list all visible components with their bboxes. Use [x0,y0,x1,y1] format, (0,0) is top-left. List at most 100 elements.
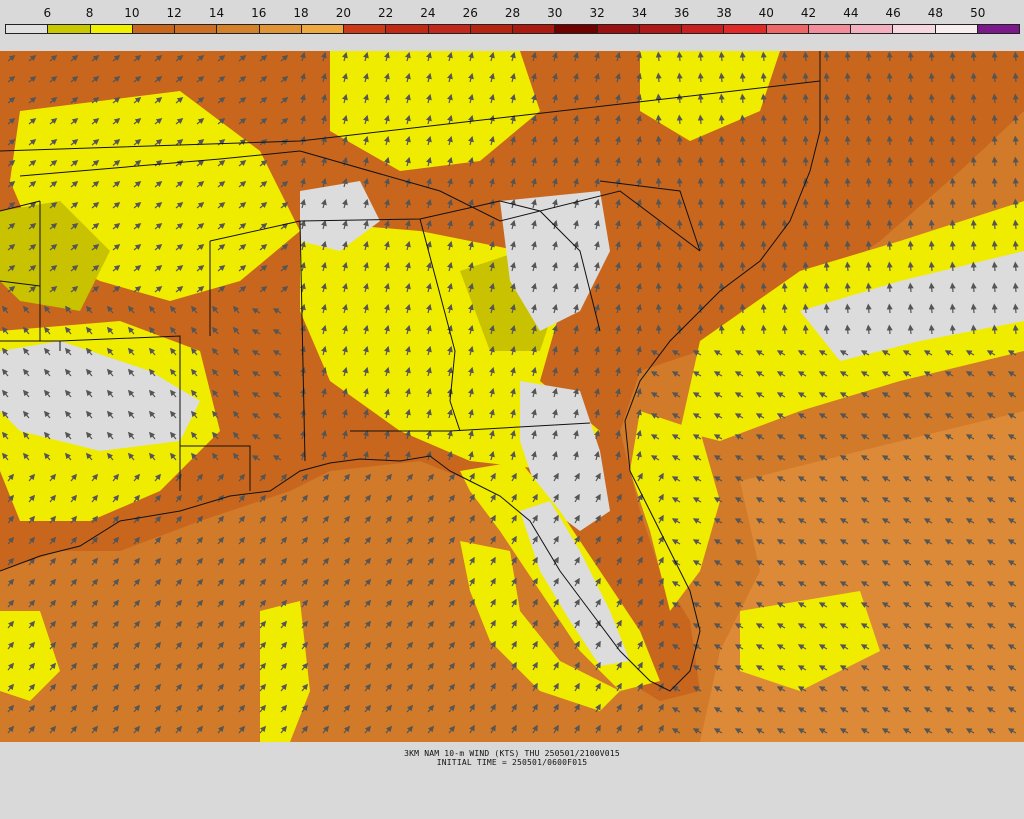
wind-arrow [949,240,956,251]
wind-arrow [760,135,767,146]
wind-arrow [907,72,914,83]
wind-arrow [886,114,893,125]
wind-arrow [1012,177,1019,188]
wind-arrow [844,51,851,62]
wind-arrow [991,240,998,251]
caption-line-1: 3KM NAM 10-m WIND (KTS) THU 250501/2100V… [404,749,620,758]
wind-arrow [991,219,998,230]
wind-arrow [844,219,851,230]
wind-arrow [928,303,935,314]
wind-arrow [739,72,746,83]
colorbar-swatch [48,25,91,33]
colorbar-label: 16 [251,6,267,20]
wind-arrow [991,282,998,293]
wind-arrow [697,135,704,146]
colorbar-swatch [766,25,809,33]
wind-arrow [655,261,662,272]
wind-arrow [655,240,662,251]
wind-arrow [907,114,914,125]
wind-arrow [760,93,767,104]
wind-arrow [928,240,935,251]
wind-arrow [928,261,935,272]
wind-arrow [865,282,872,293]
wind-arrow [718,51,725,62]
wind-arrow [865,198,872,209]
wind-arrow [928,219,935,230]
wind-arrow [781,324,788,335]
map-caption: 3KM NAM 10-m WIND (KTS) THU 250501/2100V… [0,749,1024,767]
wind-arrow [655,72,662,83]
colorbar-swatch [428,25,471,33]
wind-arrow [802,303,809,314]
wind-arrow [949,219,956,230]
wind-arrow [802,72,809,83]
wind-arrow [739,261,746,272]
colorbar-swatch [470,25,513,33]
wind-arrow [949,261,956,272]
wind-arrow [739,219,746,230]
wind-arrow [949,51,956,62]
wind-arrow [1012,240,1019,251]
wind-arrow [739,93,746,104]
wind-arrow [676,156,683,167]
wind-arrow [655,303,662,314]
caption-line-2: INITIAL TIME = 250501/0600F015 [436,758,588,767]
wind-arrow [907,135,914,146]
wind-arrow [844,72,851,83]
colorbar-label: 50 [970,6,986,20]
wind-arrow [739,51,746,62]
wind-arrow [991,114,998,125]
wind-arrow [949,282,956,293]
wind-arrow [676,114,683,125]
wind-arrow [844,93,851,104]
wind-arrow [907,51,914,62]
colorbar-swatch [301,25,344,33]
wind-arrow [886,324,893,335]
wind-arrow [676,177,683,188]
colorbar-label: 36 [674,6,690,20]
wind-arrow [760,114,767,125]
wind-arrow [991,72,998,83]
wind-arrow [907,219,914,230]
wind-arrow [823,219,830,230]
wind-arrow [970,198,977,209]
wind-arrow [718,324,725,335]
colorbar-swatch [808,25,851,33]
wind-arrow [970,324,977,335]
wind-arrow [991,198,998,209]
wind-arrow [676,135,683,146]
wind-arrow [1012,282,1019,293]
wind-arrow [718,135,725,146]
wind-arrow [886,51,893,62]
wind-arrow [1012,93,1019,104]
wind-arrow [655,93,662,104]
wind-arrow [760,303,767,314]
colorbar-swatch [132,25,175,33]
wind-arrow [907,282,914,293]
wind-arrow [760,324,767,335]
colorbar-label: 26 [462,6,478,20]
wind-arrow [697,198,704,209]
colorbar-swatch [513,25,556,33]
wind-arrow [718,93,725,104]
wind-arrow [697,114,704,125]
wind-arrow [865,72,872,83]
wind-arrow [781,177,788,188]
wind-arrow [676,303,683,314]
wind-arrow [718,303,725,314]
wind-arrow [823,282,830,293]
wind-arrow [844,282,851,293]
wind-arrow [718,72,725,83]
colorbar-label: 24 [420,6,436,20]
wind-arrow [760,219,767,230]
wind-arrow [970,51,977,62]
wind-arrow [907,198,914,209]
wind-arrow [886,303,893,314]
wind-arrow [844,156,851,167]
wind-arrow [655,324,662,335]
wind-arrow [655,219,662,230]
wind-arrow [676,51,683,62]
wind-arrow [760,198,767,209]
colorbar-label: 18 [293,6,309,20]
wind-arrow [949,72,956,83]
